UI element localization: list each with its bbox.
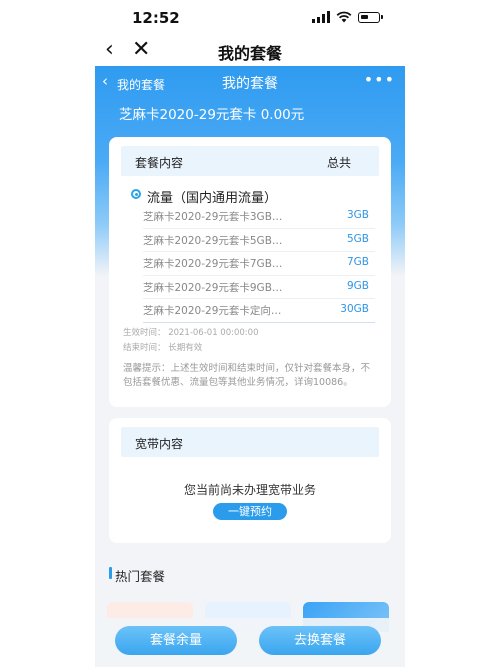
effective-time: 生效时间： 2021-06-01 00:00:00 <box>123 328 259 338</box>
radio-dot-icon <box>131 189 141 199</box>
broadband-content-label: 宽带内容 <box>135 437 184 451</box>
hot-packages-title: 热门套餐 <box>115 569 166 584</box>
item-name: 芝麻卡2020-29元套卡9GB… <box>143 281 283 294</box>
item-value: 7GB <box>346 256 369 268</box>
status-time: 12:52 <box>132 9 180 27</box>
total-label: 总共 <box>326 156 351 170</box>
item-value: 30GB <box>340 303 369 315</box>
section-accent-bar <box>109 567 112 579</box>
item-name: 芝麻卡2020-29元套卡5GB… <box>143 234 283 247</box>
signal-icon <box>312 11 330 23</box>
warm-tip: 温馨提示：上述生效时间和结束时间，仅针对套餐本身，不包括套餐优惠、流量包等其他业… <box>123 363 371 388</box>
app-view: ‹ 我的套餐 我的套餐 ••• 芝麻卡2020-29元套卡 0.00元 套餐内容… <box>95 66 405 667</box>
list-item: 芝麻卡2020-29元套卡7GB… 7GB <box>143 252 375 276</box>
list-item: 芝麻卡2020-29元套卡5GB… 5GB <box>143 229 375 252</box>
package-content-label: 套餐内容 <box>135 156 184 170</box>
item-name: 芝麻卡2020-29元套卡7GB… <box>143 258 283 270</box>
item-name: 芝麻卡2020-29元套卡3GB… <box>143 211 283 223</box>
package-content-card: 套餐内容 总共 流量（国内通用流量） 芝麻卡2020-29元套卡3GB… 3GB… <box>109 137 391 407</box>
broadband-message: 您当前尚未办理宽带业务 <box>183 483 316 497</box>
package-items-list: 芝麻卡2020-29元套卡3GB… 3GB 芝麻卡2020-29元套卡5GB… … <box>143 205 375 323</box>
category-label: 流量（国内通用流量） <box>147 191 278 206</box>
page-title: 我的套餐 <box>217 44 282 63</box>
top-nav-bar: ‹ ✕ 我的套餐 <box>0 34 500 66</box>
end-time: 结束时间： 长期有效 <box>123 343 203 353</box>
battery-icon <box>358 11 383 23</box>
status-bar: 12:52 <box>0 0 500 34</box>
bottom-action-bar: 套餐余量 去换套餐 <box>95 618 405 667</box>
change-package-button[interactable]: 去换套餐 <box>259 626 381 655</box>
list-item: 芝麻卡2020-29元套卡定向… 30GB <box>143 299 375 323</box>
status-icons <box>312 11 383 23</box>
more-icon[interactable]: ••• <box>364 70 395 89</box>
broadband-card: 宽带内容 您当前尚未办理宽带业务 一键预约 <box>109 418 391 543</box>
plan-summary: 芝麻卡2020-29元套卡 0.00元 <box>119 107 305 123</box>
list-item: 芝麻卡2020-29元套卡9GB… 9GB <box>143 276 375 299</box>
item-name: 芝麻卡2020-29元套卡定向… <box>143 305 282 317</box>
item-value: 3GB <box>346 209 369 221</box>
broadband-card-header: 宽带内容 <box>121 427 379 457</box>
list-item: 芝麻卡2020-29元套卡3GB… 3GB <box>143 205 375 229</box>
package-balance-button[interactable]: 套餐余量 <box>115 626 237 655</box>
wifi-icon <box>336 11 352 23</box>
package-card-header: 套餐内容 总共 <box>121 146 379 176</box>
reserve-button[interactable]: 一键预约 <box>213 503 287 520</box>
item-value: 9GB <box>346 279 369 292</box>
header-title: 我的套餐 <box>222 76 278 92</box>
item-value: 5GB <box>346 232 369 245</box>
